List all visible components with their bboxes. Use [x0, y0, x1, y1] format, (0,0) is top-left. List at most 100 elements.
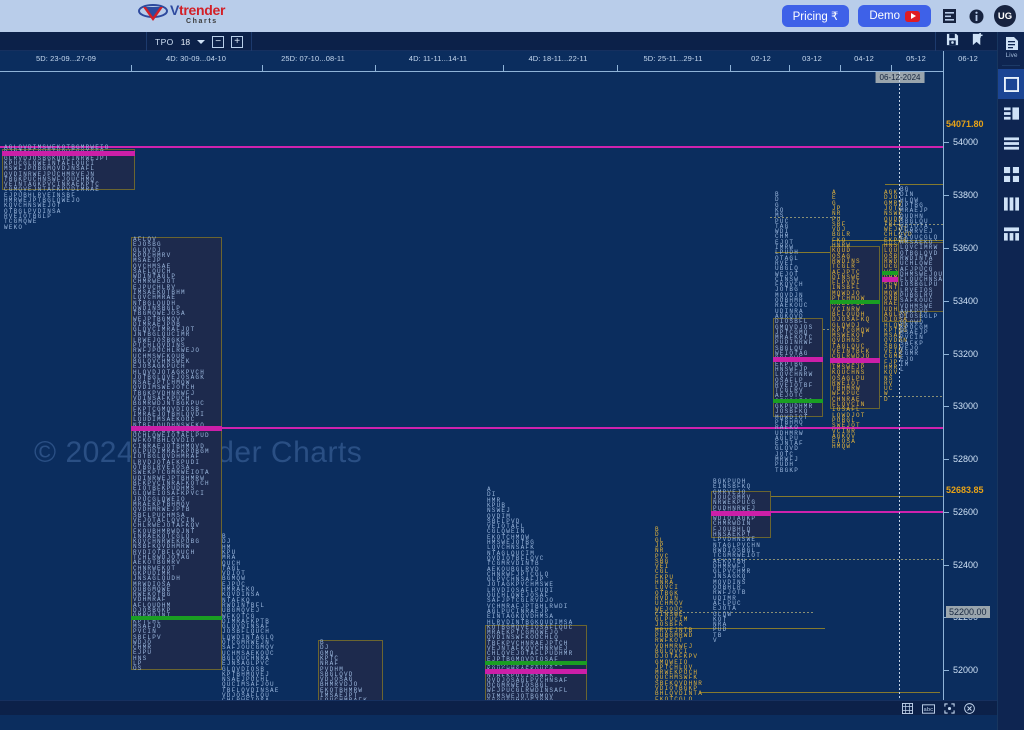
toolbar-right-actions: [935, 32, 994, 51]
notes-icon[interactable]: [940, 7, 958, 25]
profile-plot-area[interactable]: © 2024 Vtrender Charts AGLQVDIMSWEKOTBGM…: [0, 72, 943, 715]
youtube-play-icon: [905, 10, 920, 22]
chart-toolbar: TPO 18 − +: [0, 32, 1024, 51]
price-axis-label: 52800: [953, 454, 979, 464]
info-icon[interactable]: [967, 7, 985, 25]
chevron-down-icon[interactable]: [197, 39, 206, 44]
logo-v: V: [170, 2, 180, 18]
date-axis-tick: [730, 65, 731, 72]
price-axis-label: 53600: [953, 243, 979, 253]
chart-canvas[interactable]: 5D: 23-09...27-09 4D: 30-09...04-10 25D: 0…: [0, 51, 997, 715]
sidebar-item-label: Live: [1005, 51, 1018, 59]
app-header: Vtrender Charts Pricing ₹ Demo UG: [0, 0, 1024, 32]
poc-line: [485, 669, 587, 674]
poc-line: [711, 511, 771, 516]
price-axis-label: 52600: [953, 507, 979, 517]
sidebar-item-three-column[interactable]: [998, 189, 1024, 219]
price-axis-tick: [944, 301, 949, 302]
price-axis-label: 53000: [953, 401, 979, 411]
tpo-size-value: 18: [180, 36, 191, 47]
date-axis-label: 05-12: [906, 54, 926, 63]
session-range-line: [700, 692, 940, 693]
date-axis-tick: [617, 65, 618, 72]
session-range-line: [885, 184, 943, 185]
date-axis-tick: [840, 65, 841, 72]
price-highlight-label: 52200.00: [946, 606, 990, 618]
date-axis-label: 5D: 25-11...29-11: [643, 54, 703, 63]
price-highlight-label: 54071.80: [946, 119, 984, 129]
bookmark-add-icon[interactable]: [971, 32, 984, 51]
date-axis[interactable]: 5D: 23-09...27-09 4D: 30-09...04-10 25D: 0…: [0, 51, 978, 83]
date-axis-label: 03-12: [802, 54, 822, 63]
save-icon[interactable]: [946, 33, 959, 51]
date-axis-tick: [131, 65, 132, 72]
tpo-mode-label: TPO: [155, 36, 174, 47]
grid-toggle-icon[interactable]: [902, 703, 913, 714]
logo-subtitle: Charts: [186, 18, 218, 25]
sidebar-item-rows-layout[interactable]: [998, 129, 1024, 159]
pricing-label: Pricing ₹: [792, 11, 839, 23]
date-axis-tick: [503, 65, 504, 72]
sidebar-item-live[interactable]: Live: [998, 32, 1024, 62]
price-axis-label: 53800: [953, 190, 979, 200]
svg-text:abc: abc: [923, 706, 933, 713]
date-axis-label: 5D: 23-09...27-09: [35, 54, 97, 63]
tpo-row: V: [713, 637, 718, 644]
price-axis-label: 53200: [953, 349, 979, 359]
price-axis[interactable]: 54000 53800 53600 53400 53200 53000 52800 52600…: [943, 51, 997, 715]
zoom-in-button[interactable]: +: [231, 35, 244, 48]
close-circle-icon[interactable]: [964, 703, 975, 714]
price-axis-tick: [944, 354, 949, 355]
grid-layout-icon: [1004, 227, 1019, 241]
tpo-row: HMQW: [832, 443, 852, 451]
three-column-icon: [1004, 197, 1019, 211]
logo-wordmark: Vtrender: [170, 3, 225, 17]
rows-layout-icon: [1004, 137, 1019, 150]
avatar[interactable]: UG: [994, 5, 1016, 27]
tpo-settings-group: TPO 18 − +: [146, 32, 253, 51]
logo-rest: trender: [179, 2, 226, 18]
tpo-row: D: [884, 395, 889, 403]
vtrender-logo-icon: [138, 4, 168, 21]
date-axis-label: 4D: 11-11...14-11: [408, 54, 468, 63]
single-pane-icon: [1004, 76, 1019, 92]
date-axis-tick: [262, 65, 263, 72]
fit-screen-icon[interactable]: [944, 703, 955, 714]
sidebar-item-grid-layout[interactable]: [998, 219, 1024, 249]
poc-line: [131, 426, 223, 431]
brand-logo[interactable]: Vtrender Charts: [138, 2, 238, 30]
demo-button[interactable]: Demo: [858, 5, 931, 27]
sidebar-item-quad-grid[interactable]: [998, 159, 1024, 189]
sidebar-item-split-pane[interactable]: [998, 99, 1024, 129]
bottom-bar-actions: abc: [902, 701, 975, 715]
pricing-button[interactable]: Pricing ₹: [781, 5, 850, 27]
date-axis-label: 4D: 18-11...22-11: [528, 54, 588, 63]
date-axis-label: 25D: 07-10...08-11: [281, 54, 345, 63]
date-axis-label: 4D: 30-09...04-10: [165, 54, 227, 63]
chart-bottom-bar: abc: [0, 700, 997, 715]
abc-labels-icon[interactable]: abc: [922, 703, 935, 714]
tpo-row: TBGKP: [775, 466, 800, 474]
tpo-row: OS: [133, 665, 143, 673]
header-actions: Pricing ₹ Demo UG: [781, 0, 1016, 32]
split-pane-icon: [1004, 107, 1019, 120]
price-axis-label: 54000: [953, 137, 979, 147]
price-highlight-label: 52683.85: [946, 485, 984, 495]
poc-line: [773, 357, 823, 362]
date-axis-tick: [375, 65, 376, 72]
quad-grid-icon: [1004, 166, 1019, 182]
date-axis-tick: [891, 65, 892, 72]
poc-line: [2, 151, 135, 156]
price-axis-tick: [944, 565, 949, 566]
crosshair-vertical-line: [899, 72, 900, 715]
price-axis-tick: [944, 512, 949, 513]
price-axis-tick: [944, 248, 949, 249]
sidebar-item-single-pane[interactable]: [998, 69, 1024, 99]
tpo-row: WEKO: [4, 223, 24, 231]
value-area-line: [485, 661, 587, 665]
price-axis-label: 52000: [953, 665, 979, 675]
zoom-out-button[interactable]: −: [212, 35, 225, 48]
poc-reference-line: [131, 427, 943, 429]
demo-label: Demo: [869, 10, 900, 22]
price-axis-tick: [944, 670, 949, 671]
